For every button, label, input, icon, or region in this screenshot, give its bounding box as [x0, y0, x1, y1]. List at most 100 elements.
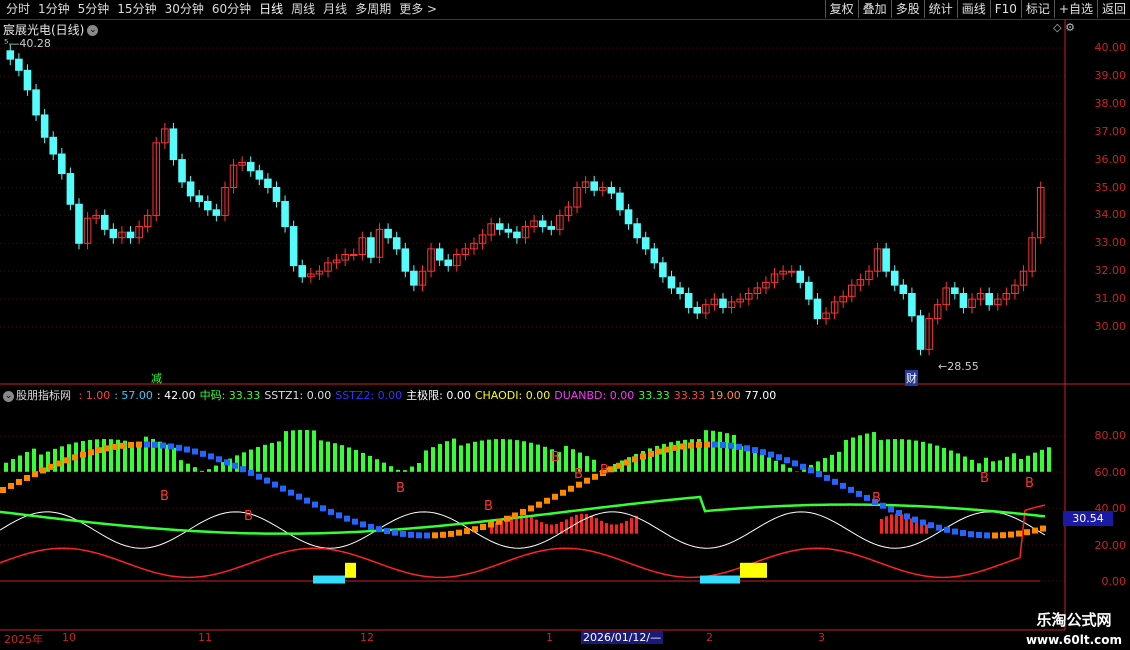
indicator-bar [550, 524, 553, 534]
candle-body [805, 281, 813, 300]
event-marker-reduce[interactable]: 减 [151, 370, 162, 386]
indicator-bar [382, 462, 386, 472]
candle-body [212, 209, 221, 216]
indicator-dot [56, 460, 62, 467]
indicator-dot [560, 489, 566, 496]
candle-body [169, 128, 178, 161]
indicator-bar [753, 451, 757, 472]
date-axis-label: 1 [546, 631, 553, 644]
buy-signal-icon: B [484, 499, 493, 514]
price-axis-label: 36.00 [1094, 152, 1127, 166]
indicator-dot [736, 443, 742, 450]
date-axis-label: 2025年 [4, 633, 43, 646]
indicator-bar [200, 470, 204, 472]
indicator-bar [635, 515, 638, 534]
indicator-bar [895, 513, 898, 534]
indicator-bar [830, 454, 834, 472]
indicator-dot [520, 509, 526, 516]
date-axis-label: 10 [62, 631, 76, 644]
indicator-dot [584, 477, 590, 484]
indicator-bar [375, 459, 379, 472]
indicator-dot [464, 528, 470, 535]
indicator-axis-label: 0.00 [1101, 575, 1127, 588]
indicator-dot [504, 515, 510, 522]
candle-body [985, 293, 993, 306]
indicator-dot [240, 466, 246, 473]
indicator-bar [368, 455, 372, 472]
indicator-bar [935, 445, 939, 472]
indicator-dot [192, 448, 198, 455]
indicator-bar [570, 516, 573, 534]
indicator-bar [530, 516, 533, 534]
candle-body [590, 181, 598, 191]
candle-body [641, 237, 650, 250]
indicator-dot [216, 456, 222, 463]
indicator-dot [960, 530, 966, 537]
indicator-dot [568, 485, 574, 492]
indicator-dot [976, 531, 982, 538]
indicator-dot [696, 441, 702, 448]
indicator-axis-label: 60.00 [1094, 465, 1127, 479]
event-marker-finance[interactable]: 财 [905, 370, 918, 386]
indicator-bar [555, 523, 558, 534]
indicator-dot [264, 477, 270, 484]
indicator-bar [1047, 447, 1051, 472]
indicator-dot [480, 524, 486, 531]
indicator-bar [844, 439, 848, 472]
indicator-bar [256, 447, 260, 472]
indicator-dot [792, 460, 798, 467]
indicator-dot [728, 442, 734, 449]
indicator-bar [1005, 456, 1009, 472]
indicator-dot [456, 529, 462, 536]
candle-body [719, 298, 727, 308]
candle-body [513, 231, 521, 239]
indicator-dot [640, 453, 646, 460]
chevron-down-icon[interactable]: ⌄ [3, 390, 14, 402]
indicator-dot [944, 526, 950, 533]
kline-chart[interactable]: BBBBBB BBB B [0, 0, 1130, 650]
indicator-dot [344, 515, 350, 522]
candle-body [693, 306, 702, 314]
indicator-dot [64, 457, 70, 464]
candle-body [32, 89, 40, 116]
indicator-dot [776, 454, 782, 461]
candle-body [908, 293, 916, 317]
price-axis-label: 35.00 [1094, 180, 1127, 194]
indicator-dot [856, 490, 862, 497]
indicator-bar [610, 524, 613, 534]
indicator-dot [408, 531, 414, 538]
indicator-dot [280, 485, 286, 492]
indicator-dot [120, 442, 126, 449]
indicator-dot [416, 532, 422, 539]
indicator-bar [915, 521, 918, 534]
indicator-bar [564, 445, 568, 472]
indicator-dot [472, 526, 478, 533]
indicator-bar [494, 439, 498, 472]
indicator-bar [585, 456, 589, 472]
indicator-bar [431, 447, 435, 472]
indicator-dot [968, 531, 974, 538]
indicator-bar [326, 441, 330, 472]
indicator-param-7: CHAODI: 0.00 [474, 389, 551, 402]
buy-signal-icon: B [160, 489, 169, 504]
indicator-bar [998, 460, 1002, 472]
candle-body [616, 192, 624, 211]
date-axis-label: 12 [360, 631, 374, 644]
date-axis-label: 2026/01/12/— [581, 631, 664, 644]
indicator-dot [632, 456, 638, 463]
indicator-bar [529, 442, 533, 472]
candle-body [15, 58, 23, 71]
price-axis-label: 30.00 [1094, 320, 1127, 333]
candle-body [787, 270, 796, 273]
candle-body [100, 214, 109, 230]
candle-body [624, 209, 633, 225]
indicator-dot [448, 530, 454, 537]
indicator-bar [746, 448, 750, 472]
indicator-dot [128, 442, 134, 449]
indicator-bar [452, 438, 456, 472]
indicator-bar [963, 456, 967, 472]
indicator-bar [880, 518, 883, 534]
indicator-bar [1026, 455, 1030, 472]
indicator-dot [1032, 527, 1038, 534]
indicator-dot [616, 462, 622, 469]
